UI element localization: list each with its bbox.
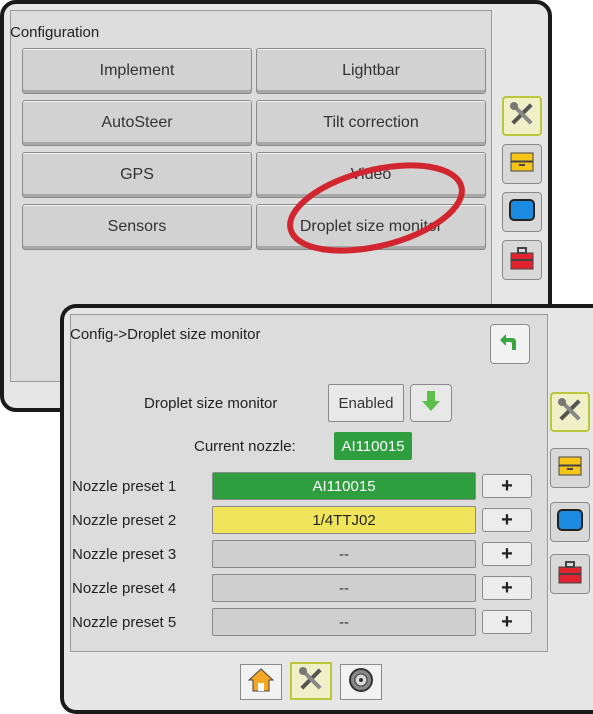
lightbar-button[interactable]: Lightbar [256, 48, 486, 94]
droplet-panel-title: Config->Droplet size monitor [70, 326, 261, 343]
side-tab-toolbox-front[interactable] [550, 554, 590, 594]
nozzle-preset-4-add-button[interactable]: + [482, 576, 532, 600]
side-tab-tools[interactable] [502, 96, 542, 136]
side-tab-storage-front[interactable] [550, 448, 590, 488]
droplet-monitor-value[interactable]: Enabled [328, 384, 404, 422]
nozzle-preset-5-add-button[interactable]: + [482, 610, 532, 634]
nozzle-preset-5-label: Nozzle preset 5 [72, 614, 177, 631]
nozzle-preset-5-value[interactable]: -- [212, 608, 476, 636]
toolbox-icon [507, 243, 537, 278]
tilt-correction-button[interactable]: Tilt correction [256, 100, 486, 146]
droplet-monitor-dropdown[interactable] [410, 384, 452, 422]
back-arrow-icon [498, 330, 522, 359]
bottom-tab-settings[interactable] [340, 664, 382, 700]
nozzle-preset-3-add-button[interactable]: + [482, 542, 532, 566]
nozzle-preset-2-label: Nozzle preset 2 [72, 512, 177, 529]
sensors-button[interactable]: Sensors [22, 204, 252, 250]
settings-icon [347, 666, 375, 699]
implement-button[interactable]: Implement [22, 48, 252, 94]
nozzle-preset-2-value[interactable]: 1/4TTJ02 [212, 506, 476, 534]
back-button[interactable] [490, 324, 530, 364]
nozzle-preset-1-label: Nozzle preset 1 [72, 478, 177, 495]
storage-icon [555, 451, 585, 486]
side-tab-display-front[interactable] [550, 502, 590, 542]
autosteer-button[interactable]: AutoSteer [22, 100, 252, 146]
nozzle-preset-4-label: Nozzle preset 4 [72, 580, 177, 597]
tools-icon [555, 395, 585, 430]
nozzle-preset-1-add-button[interactable]: + [482, 474, 532, 498]
tools-icon [296, 664, 326, 699]
side-tab-storage[interactable] [502, 144, 542, 184]
nozzle-preset-3-label: Nozzle preset 3 [72, 546, 177, 563]
current-nozzle-value: AI110015 [334, 432, 412, 460]
nozzle-preset-3-value[interactable]: -- [212, 540, 476, 568]
highlight-ellipse [287, 162, 465, 254]
gps-button[interactable]: GPS [22, 152, 252, 198]
droplet-size-monitor-panel: Config->Droplet size monitor Droplet siz… [60, 304, 593, 714]
side-tab-display[interactable] [502, 192, 542, 232]
display-icon [555, 505, 585, 540]
toolbox-icon [555, 557, 585, 592]
bottom-tab-tools[interactable] [290, 662, 332, 700]
nozzle-preset-2-add-button[interactable]: + [482, 508, 532, 532]
nozzle-preset-4-value[interactable]: -- [212, 574, 476, 602]
arrow-down-icon [421, 389, 441, 418]
side-tab-toolbox[interactable] [502, 240, 542, 280]
droplet-monitor-label: Droplet size monitor [144, 395, 278, 412]
bottom-tab-home[interactable] [240, 664, 282, 700]
display-icon [507, 195, 537, 230]
nozzle-preset-1-value[interactable]: AI110015 [212, 472, 476, 500]
configuration-title: Configuration [10, 24, 100, 41]
storage-icon [507, 147, 537, 182]
side-tab-tools-front[interactable] [550, 392, 590, 432]
home-icon [247, 667, 275, 698]
tools-icon [507, 99, 537, 134]
current-nozzle-label: Current nozzle: [194, 438, 296, 455]
